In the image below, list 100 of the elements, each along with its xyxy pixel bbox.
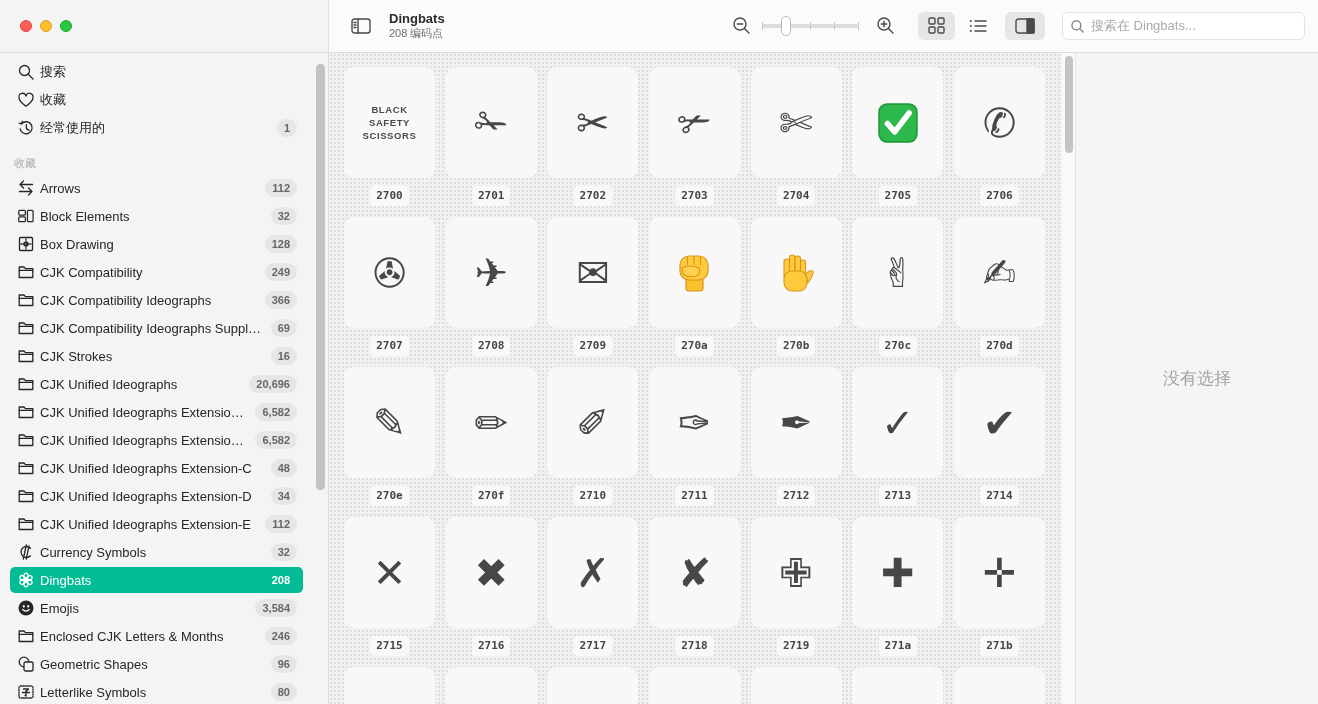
blocks-icon bbox=[18, 208, 34, 224]
count-badge: 32 bbox=[270, 207, 297, 225]
glyph-card[interactable]: ✒ bbox=[750, 367, 842, 478]
glyph-card[interactable] bbox=[750, 667, 842, 704]
glyph-card[interactable]: ✄ bbox=[750, 67, 842, 178]
grid-view-button[interactable] bbox=[918, 11, 955, 40]
glyph-character: ✏ bbox=[474, 402, 508, 443]
sidebar-item[interactable]: CJK Unified Ideographs 20,696 bbox=[10, 371, 303, 397]
code-point-label: 270e bbox=[370, 486, 409, 506]
code-point-label: 2710 bbox=[573, 486, 613, 506]
sidebar-item[interactable]: Box Drawing 128 bbox=[10, 231, 303, 257]
sidebar-item[interactable]: CJK Strokes 16 bbox=[10, 343, 303, 369]
glyph-card[interactable]: ✈ bbox=[445, 217, 537, 328]
glyph-card[interactable]: ✉ bbox=[547, 217, 639, 328]
sidebar-item[interactable]: CJK Compatibility Ideographs Suppl… 69 bbox=[10, 315, 303, 341]
glyph-card[interactable] bbox=[953, 667, 1045, 704]
slider-thumb[interactable] bbox=[781, 15, 791, 36]
sidebar-item[interactable]: Enclosed CJK Letters & Months 246 bbox=[10, 623, 303, 649]
glyph-card[interactable]: ✔ bbox=[953, 367, 1045, 478]
glyph-character: ✆ bbox=[982, 102, 1017, 143]
list-icon bbox=[968, 18, 987, 33]
glyph-card[interactable] bbox=[445, 667, 537, 704]
sidebar-item[interactable]: CJK Unified Ideographs Extension-C 48 bbox=[10, 455, 303, 481]
glyph-card[interactable]: ✙ bbox=[750, 517, 842, 628]
code-point-label: 2704 bbox=[776, 186, 816, 206]
character-box-icon bbox=[18, 684, 34, 700]
glyph-card[interactable]: ✆ bbox=[953, 67, 1045, 178]
count-badge: 20,696 bbox=[249, 375, 297, 393]
sidebar-item[interactable]: CJK Unified Ideographs Extension-D 34 bbox=[10, 483, 303, 509]
zoom-window-icon[interactable] bbox=[60, 19, 72, 32]
code-point-label: 2713 bbox=[878, 486, 918, 506]
glyph-card[interactable]: ✏ bbox=[445, 367, 537, 478]
zoom-out-icon bbox=[732, 17, 750, 34]
glyph-card[interactable]: ✌ bbox=[852, 217, 944, 328]
glyph-card[interactable]: ✃ bbox=[648, 67, 740, 178]
sidebar-item[interactable]: CJK Unified Ideographs Extensio… 6,582 bbox=[10, 427, 303, 453]
count-badge: 80 bbox=[270, 683, 297, 701]
sidebar-item[interactable]: CJK Unified Ideographs Extensio… 6,582 bbox=[10, 399, 303, 425]
count-badge: 3,584 bbox=[255, 599, 297, 617]
glyph-card[interactable]: ✐ bbox=[547, 367, 639, 478]
glyph-card[interactable]: ✇ bbox=[344, 217, 435, 328]
sidebar-item[interactable]: Block Elements 32 bbox=[10, 203, 303, 229]
sidebar-item[interactable]: Currency Symbols 32 bbox=[10, 539, 303, 565]
search-field[interactable]: 搜索在 Dingbats... bbox=[1062, 11, 1305, 40]
code-point-label: 2708 bbox=[471, 336, 511, 356]
scrollbar-thumb[interactable] bbox=[316, 64, 325, 490]
glyph-card[interactable]: BLACK SAFETY SCISSORS bbox=[344, 67, 435, 178]
close-window-icon[interactable] bbox=[20, 19, 32, 32]
code-point-label: 270c bbox=[878, 336, 918, 356]
inspector-panel-icon bbox=[1015, 17, 1035, 34]
glyph-card[interactable]: ✘ bbox=[648, 517, 740, 628]
sidebar-item[interactable]: CJK Unified Ideographs Extension-E 112 bbox=[10, 511, 303, 537]
sidebar-item[interactable]: Emojis 3,584 bbox=[10, 595, 303, 621]
scrollbar-thumb[interactable] bbox=[1065, 56, 1073, 153]
sidebar-item[interactable]: CJK Compatibility Ideographs 366 bbox=[10, 287, 303, 313]
inspector-toggle-button[interactable] bbox=[1005, 11, 1045, 40]
sidebar-item[interactable]: 经常使用的 1 bbox=[10, 115, 303, 141]
glyph-card[interactable]: ✓ bbox=[852, 367, 944, 478]
glyph-card[interactable] bbox=[547, 667, 639, 704]
glyph-card[interactable] bbox=[852, 67, 944, 178]
glyph-card[interactable]: ✕ bbox=[344, 517, 435, 628]
glyph-card[interactable]: ✍ bbox=[953, 217, 1045, 328]
glyph-card[interactable] bbox=[750, 217, 842, 328]
search-icon bbox=[1071, 19, 1084, 33]
sidebar-icon bbox=[351, 17, 371, 34]
glyph-card[interactable]: ✂ bbox=[547, 67, 639, 178]
glyph-card[interactable] bbox=[648, 667, 740, 704]
code-point-label: 2719 bbox=[776, 636, 816, 656]
code-point-label: 2709 bbox=[573, 336, 613, 356]
minimize-window-icon[interactable] bbox=[40, 19, 52, 32]
glyph-card[interactable]: ✁ bbox=[445, 67, 537, 178]
glyph-card[interactable]: ✛ bbox=[953, 517, 1045, 628]
code-point-label: 2700 bbox=[370, 186, 409, 206]
sidebar-item[interactable]: CJK Compatibility 249 bbox=[10, 259, 303, 285]
sidebar-item[interactable]: Arrows 112 bbox=[10, 175, 303, 201]
glyph-character: ✙ bbox=[779, 552, 813, 593]
code-point-label: 2701 bbox=[471, 186, 511, 206]
glyph-character: ✃ bbox=[677, 102, 712, 143]
folder-icon bbox=[18, 348, 34, 364]
folder-icon bbox=[18, 264, 34, 280]
glyph-card[interactable]: ✑ bbox=[648, 367, 740, 478]
folder-icon bbox=[18, 432, 34, 448]
glyph-card[interactable] bbox=[648, 217, 740, 328]
code-point-label: 2715 bbox=[370, 636, 409, 656]
glyph-card[interactable]: ✖ bbox=[445, 517, 537, 628]
sidebar-item[interactable]: 搜索 bbox=[10, 59, 303, 85]
item-count: 208 bbox=[270, 573, 291, 588]
glyph-card[interactable] bbox=[344, 667, 435, 704]
zoom-slider[interactable] bbox=[762, 14, 858, 37]
glyph-card[interactable] bbox=[852, 667, 944, 704]
glyph-card[interactable]: ✚ bbox=[852, 517, 944, 628]
sidebar-item[interactable]: Geometric Shapes 96 bbox=[10, 651, 303, 677]
glyph-character: ✐ bbox=[576, 402, 610, 443]
sidebar-item[interactable]: Letterlike Symbols 80 bbox=[10, 679, 303, 704]
glyph-card[interactable]: ✗ bbox=[547, 517, 639, 628]
glyph-character: ✄ bbox=[779, 102, 813, 143]
count-badge: 6,582 bbox=[255, 403, 297, 421]
sidebar-item[interactable]: 收藏 bbox=[10, 87, 303, 113]
glyph-character: ✖ bbox=[474, 552, 508, 593]
glyph-card[interactable]: ✎ bbox=[344, 367, 435, 478]
